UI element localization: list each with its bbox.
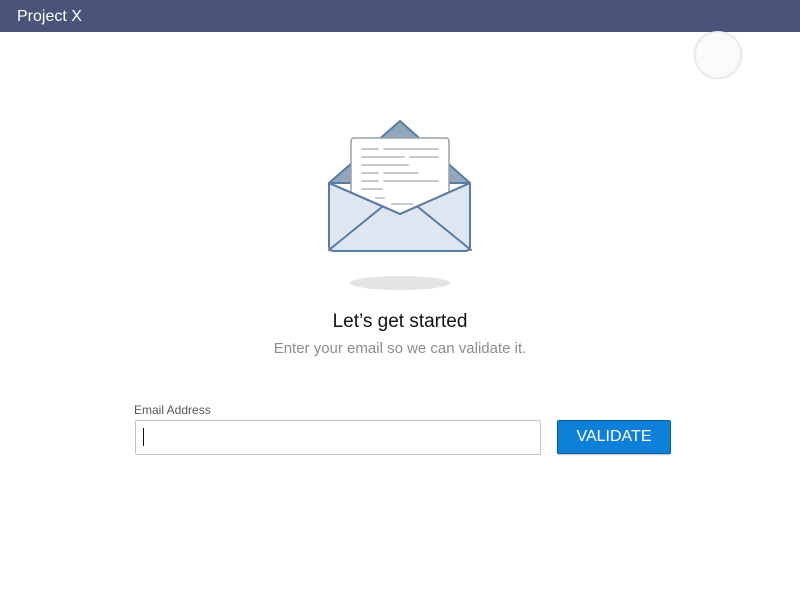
page-subheading: Enter your email so we can validate it. [273,340,527,357]
loading-spinner-icon [694,31,742,79]
app-title: Project X [17,8,82,25]
open-envelope-icon [328,120,472,290]
page-heading: Let’s get started [332,311,468,332]
validate-button[interactable]: VALIDATE [557,420,671,454]
text-caret [143,428,144,446]
email-field-label: Email Address [134,403,211,417]
envelope-shadow [350,276,450,290]
app-titlebar: Project X [0,0,800,32]
email-field[interactable] [135,420,541,455]
